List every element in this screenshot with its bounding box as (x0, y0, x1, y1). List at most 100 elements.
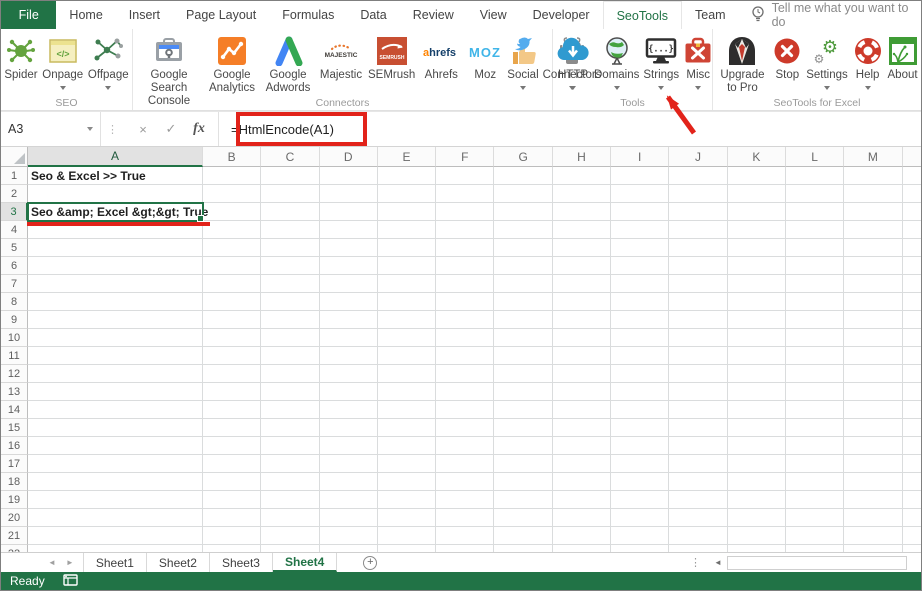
cell-I11[interactable] (611, 347, 669, 365)
row-header-14[interactable]: 14 (1, 401, 28, 419)
http-button[interactable]: HTTP (554, 32, 592, 91)
cell-G5[interactable] (494, 239, 552, 257)
chevron-down-icon[interactable] (865, 86, 871, 90)
cell-J4[interactable] (669, 221, 727, 239)
cell-C19[interactable] (261, 491, 319, 509)
cell-E9[interactable] (378, 311, 436, 329)
cell-I2[interactable] (611, 185, 669, 203)
stop-button[interactable]: Stop (771, 32, 803, 83)
cell-D7[interactable] (320, 275, 378, 293)
cell-F8[interactable] (436, 293, 494, 311)
cell-G1[interactable] (494, 167, 552, 185)
tab-insert[interactable]: Insert (116, 1, 173, 29)
offpage-button[interactable]: Offpage (86, 32, 131, 91)
sheet-tab-sheet1[interactable]: Sheet1 (83, 553, 147, 572)
cell-K22[interactable] (728, 545, 786, 552)
cell-A2[interactable] (28, 185, 203, 203)
cell-E11[interactable] (378, 347, 436, 365)
cell-B1[interactable] (203, 167, 261, 185)
cell-B17[interactable] (203, 455, 261, 473)
horizontal-scrollbar[interactable]: ◄ (709, 553, 921, 572)
cell-D18[interactable] (320, 473, 378, 491)
cell-H1[interactable] (553, 167, 611, 185)
cell-M13[interactable] (844, 383, 902, 401)
cell-I8[interactable] (611, 293, 669, 311)
cell-A1[interactable]: Seo & Excel >> True (28, 167, 203, 185)
row-header-19[interactable]: 19 (1, 491, 28, 509)
cell-J11[interactable] (669, 347, 727, 365)
tab-data[interactable]: Data (347, 1, 399, 29)
cell-I10[interactable] (611, 329, 669, 347)
cell-M3[interactable] (844, 203, 902, 221)
row-header-16[interactable]: 16 (1, 437, 28, 455)
cell-I13[interactable] (611, 383, 669, 401)
help-button[interactable]: Help (851, 32, 885, 91)
cell-G15[interactable] (494, 419, 552, 437)
cell-A16[interactable] (28, 437, 203, 455)
cell-G19[interactable] (494, 491, 552, 509)
cell-C17[interactable] (261, 455, 319, 473)
cell-L21[interactable] (786, 527, 844, 545)
cell-K17[interactable] (728, 455, 786, 473)
cell-I15[interactable] (611, 419, 669, 437)
cell-L19[interactable] (786, 491, 844, 509)
cell-F4[interactable] (436, 221, 494, 239)
cell-A14[interactable] (28, 401, 203, 419)
cell-I14[interactable] (611, 401, 669, 419)
cell-H17[interactable] (553, 455, 611, 473)
cell-M10[interactable] (844, 329, 902, 347)
spider-button[interactable]: Spider (2, 32, 39, 83)
cell-C6[interactable] (261, 257, 319, 275)
cell-M2[interactable] (844, 185, 902, 203)
cell-C5[interactable] (261, 239, 319, 257)
cell-E12[interactable] (378, 365, 436, 383)
chevron-down-icon[interactable] (570, 86, 576, 90)
scroll-left-arrow[interactable]: ◄ (709, 558, 727, 567)
cell-M9[interactable] (844, 311, 902, 329)
column-header-J[interactable]: J (669, 147, 727, 167)
cell-L6[interactable] (786, 257, 844, 275)
cell-J6[interactable] (669, 257, 727, 275)
cell-E19[interactable] (378, 491, 436, 509)
cell-D9[interactable] (320, 311, 378, 329)
cell-L17[interactable] (786, 455, 844, 473)
cell-K20[interactable] (728, 509, 786, 527)
cell-B19[interactable] (203, 491, 261, 509)
cell-L7[interactable] (786, 275, 844, 293)
cell-K6[interactable] (728, 257, 786, 275)
cell-L9[interactable] (786, 311, 844, 329)
cell-D11[interactable] (320, 347, 378, 365)
cell-J1[interactable] (669, 167, 727, 185)
cell-H22[interactable] (553, 545, 611, 552)
cell-I16[interactable] (611, 437, 669, 455)
cell-D6[interactable] (320, 257, 378, 275)
cell-D15[interactable] (320, 419, 378, 437)
cell-F14[interactable] (436, 401, 494, 419)
cell-G13[interactable] (494, 383, 552, 401)
add-sheet-button[interactable]: + (363, 553, 377, 572)
cell-A15[interactable] (28, 419, 203, 437)
cell-C15[interactable] (261, 419, 319, 437)
cell-A20[interactable] (28, 509, 203, 527)
cell-G18[interactable] (494, 473, 552, 491)
sheet-tab-sheet4[interactable]: Sheet4 (273, 553, 337, 572)
cell-A3[interactable]: Seo &amp; Excel &gt;&gt; True (28, 203, 203, 221)
cell-K7[interactable] (728, 275, 786, 293)
cell-K16[interactable] (728, 437, 786, 455)
row-header-1[interactable]: 1 (1, 167, 28, 185)
cell-H6[interactable] (553, 257, 611, 275)
cell-C18[interactable] (261, 473, 319, 491)
cell-D1[interactable] (320, 167, 378, 185)
cell-M4[interactable] (844, 221, 902, 239)
cell-F1[interactable] (436, 167, 494, 185)
cell-B14[interactable] (203, 401, 261, 419)
tab-home[interactable]: Home (56, 1, 115, 29)
cell-E1[interactable] (378, 167, 436, 185)
cell-L11[interactable] (786, 347, 844, 365)
cell-J13[interactable] (669, 383, 727, 401)
cell-I7[interactable] (611, 275, 669, 293)
cell-A21[interactable] (28, 527, 203, 545)
cell-C21[interactable] (261, 527, 319, 545)
cell-A19[interactable] (28, 491, 203, 509)
cell-C4[interactable] (261, 221, 319, 239)
